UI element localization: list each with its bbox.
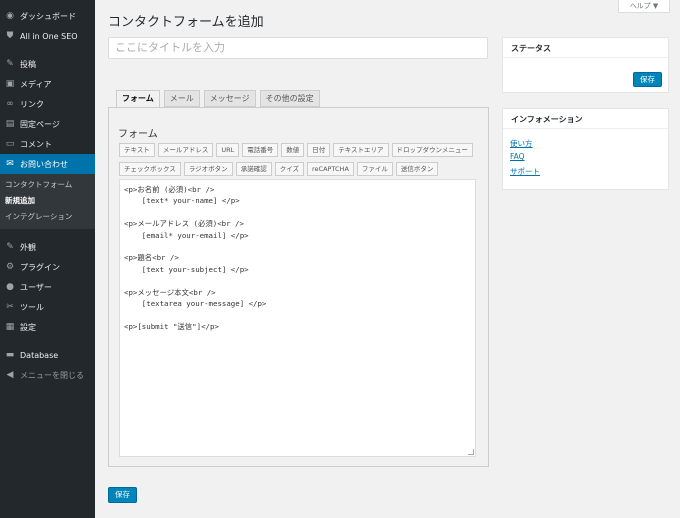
menu-posts[interactable]: ✎ 投稿 bbox=[0, 54, 95, 74]
menu-label: リンク bbox=[20, 99, 44, 109]
help-tab-button[interactable]: ヘルプ ▼ bbox=[618, 0, 670, 13]
tab-mail[interactable]: メール bbox=[163, 90, 200, 107]
menu-media[interactable]: ▣ メディア bbox=[0, 74, 95, 94]
tag-date-button[interactable]: 日付 bbox=[307, 143, 331, 157]
save-button[interactable]: 保存 bbox=[108, 487, 137, 503]
menu-database[interactable]: ▬ Database bbox=[0, 345, 95, 365]
tag-file-button[interactable]: ファイル bbox=[356, 162, 393, 176]
tag-quiz-button[interactable]: クイズ bbox=[274, 162, 304, 176]
docs-link[interactable]: 使い方 bbox=[510, 138, 533, 149]
menu-seo[interactable]: ⛊ All in One SEO bbox=[0, 26, 95, 46]
menu-label: 設定 bbox=[20, 322, 36, 332]
plugin-icon: ⚙ bbox=[5, 262, 15, 272]
tag-generator-row-1: テキスト メールアドレス URL 電話番号 数値 日付 テキストエリア ドロップ… bbox=[119, 143, 476, 157]
dashboard-icon: ◉ bbox=[6, 11, 14, 21]
tag-checkbox-button[interactable]: チェックボックス bbox=[119, 162, 181, 176]
comment-icon: ▭ bbox=[5, 139, 15, 149]
tag-tel-button[interactable]: 電話番号 bbox=[242, 143, 279, 157]
status-save-button[interactable]: 保存 bbox=[633, 72, 662, 87]
form-heading: フォーム bbox=[118, 129, 158, 140]
tag-number-button[interactable]: 数値 bbox=[281, 143, 305, 157]
menu-settings[interactable]: ▦ 設定 bbox=[0, 317, 95, 337]
tag-text-button[interactable]: テキスト bbox=[119, 143, 155, 157]
menu-dashboard[interactable]: ◉ ダッシュボード bbox=[0, 6, 95, 26]
menu-label: メニューを閉じる bbox=[20, 370, 84, 380]
form-template-editor[interactable]: <p>お名前 (必須)<br /> [text* your-name] </p>… bbox=[119, 179, 476, 457]
menu-pages[interactable]: ▤ 固定ページ bbox=[0, 114, 95, 134]
page-title: コンタクトフォームを追加 bbox=[108, 15, 264, 30]
menu-label: ダッシュボード bbox=[20, 11, 76, 21]
link-icon: ∞ bbox=[6, 99, 14, 109]
resize-grip-icon[interactable] bbox=[468, 449, 474, 455]
menu-label: ツール bbox=[20, 302, 44, 312]
menu-label: コメント bbox=[20, 139, 52, 149]
menu-label: Database bbox=[20, 350, 59, 360]
form-panel: フォーム テキスト メールアドレス URL 電話番号 数値 日付 テキストエリア… bbox=[108, 107, 489, 467]
admin-sidebar: ◉ ダッシュボード ⛊ All in One SEO ✎ 投稿 ▣ メディア ∞… bbox=[0, 0, 95, 518]
tag-radio-button[interactable]: ラジオボタン bbox=[183, 162, 233, 176]
menu-plugins[interactable]: ⚙ プラグイン bbox=[0, 257, 95, 277]
submenu-integration[interactable]: インテグレーション bbox=[0, 209, 95, 225]
menu-label: All in One SEO bbox=[20, 31, 78, 41]
menu-tools[interactable]: ✂ ツール bbox=[0, 297, 95, 317]
menu-label: プラグイン bbox=[20, 262, 60, 272]
menu-comments[interactable]: ▭ コメント bbox=[0, 134, 95, 154]
tag-dropdown-button[interactable]: ドロップダウンメニュー bbox=[391, 143, 473, 157]
tag-textarea-button[interactable]: テキストエリア bbox=[333, 143, 389, 157]
tab-additional-settings[interactable]: その他の設定 bbox=[259, 90, 320, 107]
tag-submit-button[interactable]: 送信ボタン bbox=[395, 162, 439, 176]
database-icon: ▬ bbox=[5, 350, 15, 360]
tag-url-button[interactable]: URL bbox=[216, 143, 240, 157]
menu-label: 投稿 bbox=[20, 59, 36, 69]
menu-appearance[interactable]: ✎ 外観 bbox=[0, 237, 95, 257]
collapse-icon: ◀ bbox=[6, 370, 14, 380]
status-box: ステータス 保存 bbox=[502, 37, 669, 93]
form-template-text: <p>お名前 (必須)<br /> [text* your-name] </p>… bbox=[124, 185, 267, 331]
tag-generator-row-2: チェックボックス ラジオボタン 承諾確認 クイズ reCAPTCHA ファイル … bbox=[119, 162, 441, 176]
status-box-title: ステータス bbox=[503, 38, 668, 58]
editor-tabs: フォーム メール メッセージ その他の設定 bbox=[116, 90, 324, 108]
tool-icon: ✂ bbox=[6, 302, 14, 312]
support-link[interactable]: サポート bbox=[510, 166, 540, 177]
mail-icon: ✉ bbox=[6, 159, 14, 169]
menu-links[interactable]: ∞ リンク bbox=[0, 94, 95, 114]
menu-collapse[interactable]: ◀ メニューを閉じる bbox=[0, 365, 95, 385]
seo-icon: ⛊ bbox=[6, 31, 14, 41]
settings-icon: ▦ bbox=[5, 322, 15, 332]
information-box-title: インフォメーション bbox=[503, 109, 668, 129]
appearance-icon: ✎ bbox=[6, 242, 14, 252]
tag-acceptance-button[interactable]: 承諾確認 bbox=[235, 162, 272, 176]
faq-link[interactable]: FAQ bbox=[510, 152, 525, 161]
menu-label: お問い合わせ bbox=[20, 159, 68, 169]
menu-users[interactable]: ● ユーザー bbox=[0, 277, 95, 297]
media-icon: ▣ bbox=[5, 79, 15, 89]
menu-label: ユーザー bbox=[20, 282, 52, 292]
tag-email-button[interactable]: メールアドレス bbox=[157, 143, 214, 157]
menu-label: メディア bbox=[20, 79, 52, 89]
submenu-contact-forms[interactable]: コンタクトフォーム bbox=[0, 177, 95, 193]
menu-label: 外観 bbox=[20, 242, 36, 252]
tag-recaptcha-button[interactable]: reCAPTCHA bbox=[307, 162, 354, 176]
page-icon: ▤ bbox=[5, 119, 15, 129]
pin-icon: ✎ bbox=[6, 59, 14, 69]
tab-form[interactable]: フォーム bbox=[116, 90, 160, 108]
tab-messages[interactable]: メッセージ bbox=[203, 90, 256, 107]
information-box: インフォメーション 使い方 FAQ サポート bbox=[502, 108, 669, 190]
menu-label: 固定ページ bbox=[20, 119, 60, 129]
contact-submenu: コンタクトフォーム 新規追加 インテグレーション bbox=[0, 174, 95, 229]
submenu-add-new[interactable]: 新規追加 bbox=[0, 193, 95, 209]
user-icon: ● bbox=[6, 282, 14, 292]
menu-contact[interactable]: ✉ お問い合わせ bbox=[0, 154, 95, 174]
title-input[interactable]: ここにタイトルを入力 bbox=[108, 37, 488, 59]
